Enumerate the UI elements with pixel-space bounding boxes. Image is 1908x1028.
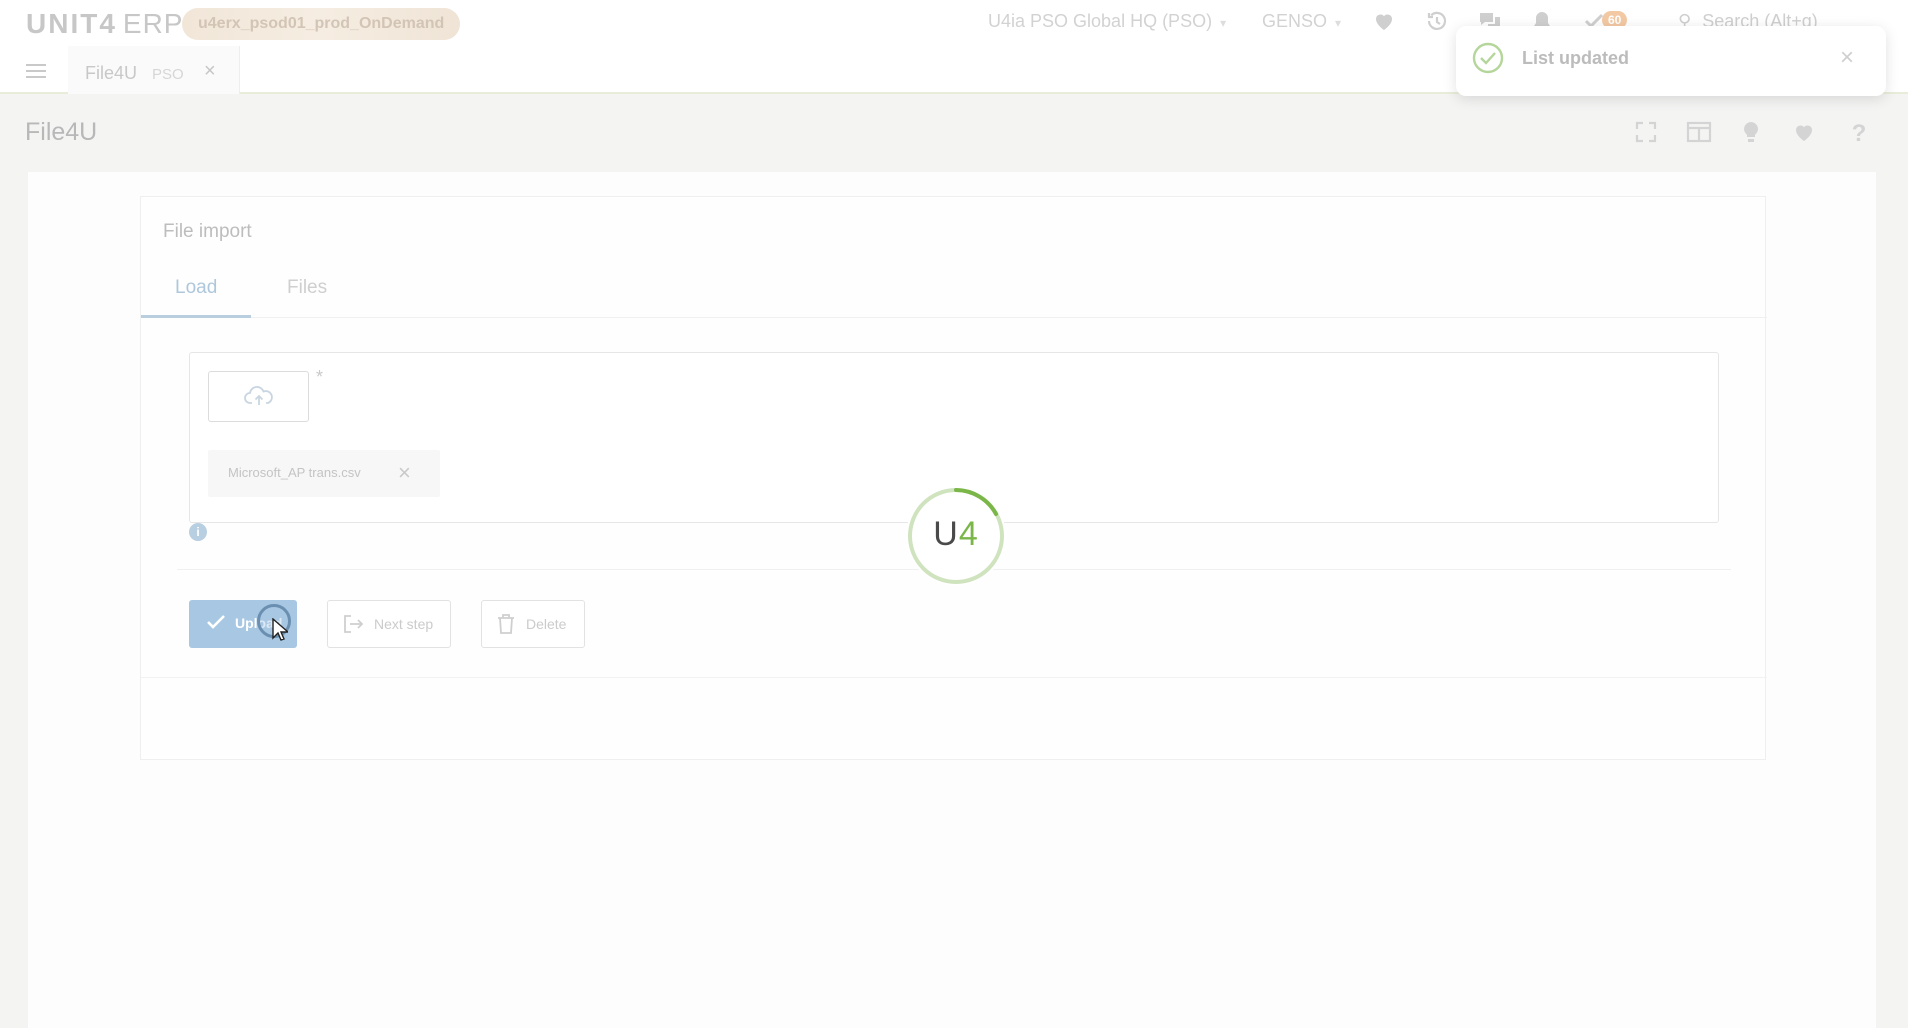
chevron-down-icon: ▾ xyxy=(1220,16,1227,30)
lightbulb-icon[interactable] xyxy=(1739,120,1765,146)
selected-file-chip: Microsoft_AP trans.csv × xyxy=(208,450,440,497)
success-check-circle-icon xyxy=(1472,42,1504,74)
favorites-heart-icon[interactable] xyxy=(1372,9,1398,35)
spinner-logo-4: 4 xyxy=(958,515,979,553)
info-icon[interactable]: i xyxy=(189,523,207,541)
user-selector[interactable]: GENSO ▾ xyxy=(1262,11,1341,32)
delete-button-label: Delete xyxy=(526,616,567,632)
brand-name: UNIT4 xyxy=(26,8,117,39)
close-icon[interactable]: × xyxy=(1840,44,1854,72)
spinner-logo: U4 xyxy=(906,515,1006,554)
tab-company-code: PSO xyxy=(152,66,184,83)
spinner-logo-u: U xyxy=(933,515,959,553)
help-question-icon[interactable]: ? xyxy=(1846,120,1872,147)
file-import-panel: File import Load Files * Microsoft_AP tr… xyxy=(140,196,1767,760)
delete-button[interactable]: Delete xyxy=(481,600,585,648)
user-name: GENSO xyxy=(1262,11,1328,31)
tab-files[interactable]: Files xyxy=(287,277,327,299)
trash-icon xyxy=(498,614,514,634)
menu-hamburger-icon[interactable] xyxy=(26,64,46,78)
loading-spinner: U4 xyxy=(906,486,1006,586)
split-view-icon[interactable] xyxy=(1686,120,1712,146)
tab-divider xyxy=(141,317,1767,318)
panel-footer-divider xyxy=(141,677,1767,678)
mouse-cursor-icon xyxy=(272,618,288,641)
favorite-heart-icon[interactable] xyxy=(1792,120,1818,146)
tab-file4u[interactable]: File4U PSO × xyxy=(68,46,240,94)
panel-title: File import xyxy=(163,221,252,242)
environment-badge: u4erx_psod01_prod_OnDemand xyxy=(182,8,461,40)
active-tab-indicator xyxy=(141,315,251,318)
brand-product: ERP xyxy=(122,8,184,39)
required-marker: * xyxy=(316,367,324,387)
sign-out-arrow-icon xyxy=(344,615,364,633)
history-icon[interactable] xyxy=(1425,9,1451,35)
file-upload-button[interactable] xyxy=(208,371,309,422)
chevron-down-icon: ▾ xyxy=(1335,16,1342,30)
selected-file-name: Microsoft_AP trans.csv xyxy=(228,465,361,480)
check-icon xyxy=(207,615,225,629)
page-title: File4U xyxy=(25,118,98,146)
toast-notification: List updated × xyxy=(1456,26,1886,96)
toast-message: List updated xyxy=(1522,48,1629,68)
brand-logo[interactable]: UNIT4 ERP xyxy=(26,8,183,40)
company-name: U4ia PSO Global HQ (PSO) xyxy=(988,11,1213,31)
next-step-button-label: Next step xyxy=(374,616,434,632)
company-selector[interactable]: U4ia PSO Global HQ (PSO) ▾ xyxy=(988,11,1226,32)
tab-label: File4U xyxy=(85,63,138,83)
cloud-upload-icon xyxy=(244,386,273,405)
next-step-button[interactable]: Next step xyxy=(327,600,451,648)
fullscreen-icon[interactable] xyxy=(1634,120,1660,146)
tab-load[interactable]: Load xyxy=(175,277,217,299)
close-icon[interactable]: × xyxy=(204,60,216,83)
remove-file-close-icon[interactable]: × xyxy=(398,460,411,486)
